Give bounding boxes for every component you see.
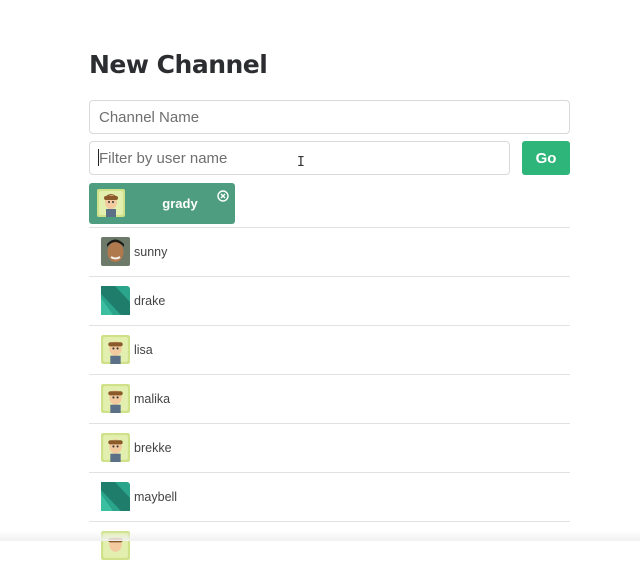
go-button[interactable]: Go bbox=[522, 141, 570, 175]
text-caret bbox=[98, 149, 99, 166]
user-list-item[interactable] bbox=[89, 521, 570, 570]
remove-circle-icon[interactable] bbox=[217, 189, 229, 202]
user-list-item[interactable]: maybell bbox=[89, 472, 570, 521]
user-list-item[interactable]: drake bbox=[89, 276, 570, 325]
user-name: lisa bbox=[134, 343, 153, 357]
cartoon-avatar bbox=[101, 433, 130, 462]
channel-name-input[interactable] bbox=[89, 100, 570, 134]
cartoon-avatar bbox=[101, 384, 130, 413]
selected-user-name: grady bbox=[162, 196, 198, 211]
user-name: maybell bbox=[134, 490, 178, 504]
user-name: drake bbox=[134, 294, 166, 308]
ibeam-cursor-icon: I bbox=[297, 155, 305, 170]
user-list-item[interactable]: sunny bbox=[89, 227, 570, 276]
cartoon-avatar bbox=[97, 189, 125, 217]
user-name: malika bbox=[134, 392, 171, 406]
user-name: sunny bbox=[134, 245, 168, 259]
photo-avatar bbox=[101, 237, 130, 266]
identicon-avatar bbox=[101, 286, 130, 315]
page-title: New Channel bbox=[89, 50, 268, 79]
user-list-item[interactable]: lisa bbox=[89, 325, 570, 374]
user-list-item[interactable]: malika bbox=[89, 374, 570, 423]
selected-user-chip[interactable]: grady bbox=[89, 183, 235, 224]
bottom-fade bbox=[0, 531, 640, 541]
identicon-avatar bbox=[101, 482, 130, 511]
cartoon-avatar bbox=[101, 335, 130, 364]
user-list-item[interactable]: brekke bbox=[89, 423, 570, 472]
user-list: sunny drake lisa malika brekke maybell bbox=[89, 227, 570, 570]
user-name: brekke bbox=[134, 441, 172, 455]
